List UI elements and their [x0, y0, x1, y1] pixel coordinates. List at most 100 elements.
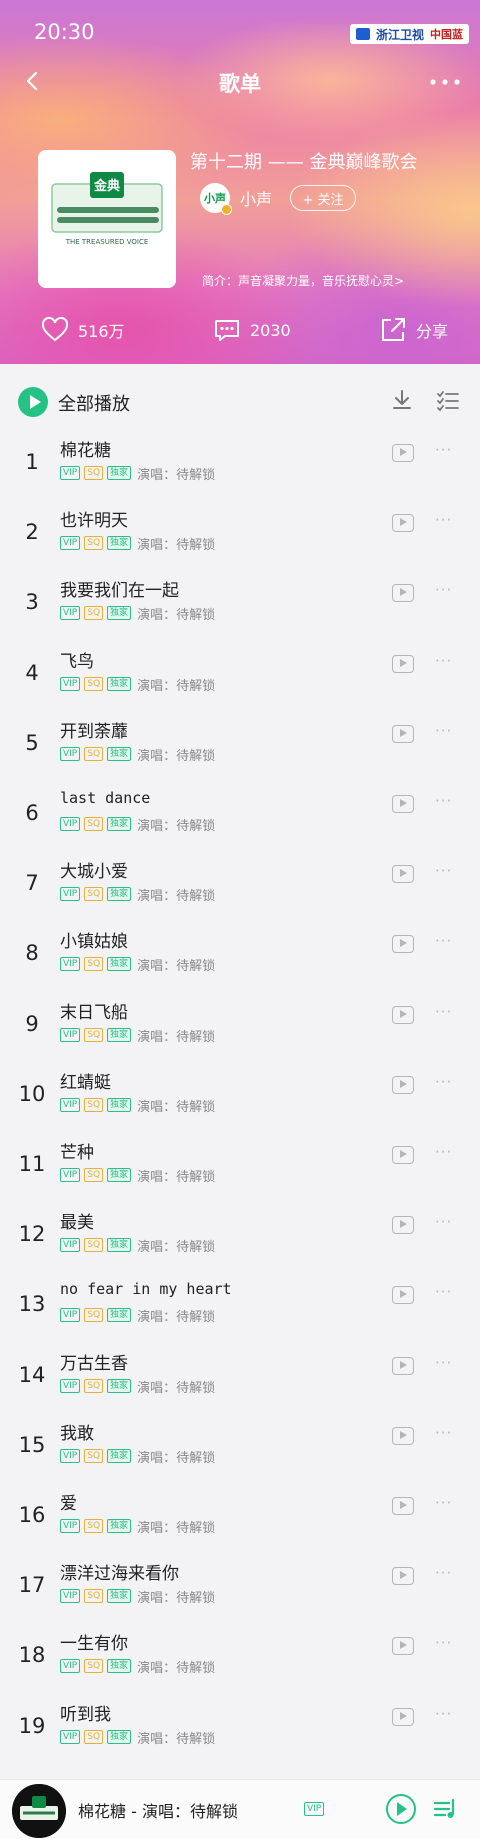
song-title[interactable]: 飞鸟: [60, 647, 94, 672]
play-all-icon[interactable]: [18, 387, 48, 417]
song-row[interactable]: 8 小镇姑娘 VIP SQ 独家 演唱：待解锁 ···: [0, 919, 480, 991]
video-play-icon[interactable]: [392, 1216, 414, 1234]
play-all-button[interactable]: 全部播放: [58, 390, 130, 416]
mini-player[interactable]: 棉花糖 - 演唱：待解锁 VIP: [0, 1779, 480, 1839]
more-dots-icon[interactable]: ···: [435, 723, 459, 739]
video-play-icon[interactable]: [392, 795, 414, 813]
creator-info[interactable]: 小声 小声 + 关注: [200, 180, 357, 216]
more-dots-icon[interactable]: ···: [435, 933, 459, 949]
song-title[interactable]: 小镇姑娘: [60, 927, 128, 952]
video-play-icon[interactable]: [392, 514, 414, 532]
song-rank: 19: [18, 1714, 46, 1738]
video-play-icon[interactable]: [392, 655, 414, 673]
song-title[interactable]: 芒种: [60, 1138, 94, 1163]
song-row[interactable]: 9 末日飞船 VIP SQ 独家 演唱：待解锁 ···: [0, 990, 480, 1062]
song-title[interactable]: 红蜻蜓: [60, 1068, 111, 1093]
song-meta: VIP SQ 独家 演唱：待解锁: [60, 534, 215, 553]
song-singer: 演唱：待解锁: [137, 1169, 216, 1185]
song-row[interactable]: 12 最美 VIP SQ 独家 演唱：待解锁 ···: [0, 1200, 480, 1272]
video-play-icon[interactable]: [392, 1708, 414, 1726]
video-play-icon[interactable]: [392, 444, 414, 462]
video-play-icon[interactable]: [392, 1076, 414, 1094]
video-play-icon[interactable]: [392, 1427, 414, 1445]
song-row[interactable]: 14 万古生香 VIP SQ 独家 演唱：待解锁 ···: [0, 1341, 480, 1413]
song-rank: 2: [25, 520, 39, 544]
more-dots-icon[interactable]: ···: [435, 1425, 459, 1441]
comment-button[interactable]: 2030: [212, 310, 291, 350]
song-row[interactable]: 18 一生有你 VIP SQ 独家 演唱：待解锁 ···: [0, 1621, 480, 1693]
player-play-button[interactable]: [386, 1794, 416, 1824]
song-row[interactable]: 16 爱 VIP SQ 独家 演唱：待解锁 ···: [0, 1481, 480, 1553]
share-button[interactable]: 分享: [378, 310, 448, 350]
more-dots-icon[interactable]: ···: [435, 863, 459, 879]
video-play-icon[interactable]: [392, 1637, 414, 1655]
song-row[interactable]: 19 听到我 VIP SQ 独家 演唱：待解锁 ···: [0, 1692, 480, 1764]
multi-select-icon[interactable]: [436, 388, 460, 412]
video-play-icon[interactable]: [392, 1357, 414, 1375]
more-dots-icon[interactable]: ···: [435, 512, 459, 528]
creator-name[interactable]: 小声: [240, 186, 272, 210]
song-title[interactable]: 开到荼蘼: [60, 717, 128, 742]
song-title[interactable]: 末日飞船: [60, 998, 128, 1023]
song-row[interactable]: 13 no fear in my heart VIP SQ 独家 演唱：待解锁 ···: [0, 1270, 480, 1342]
song-row[interactable]: 15 我敢 VIP SQ 独家 演唱：待解锁 ···: [0, 1411, 480, 1483]
video-play-icon[interactable]: [392, 1146, 414, 1164]
more-dots-icon[interactable]: ···: [435, 1074, 459, 1090]
more-dots-icon[interactable]: ···: [435, 1144, 459, 1160]
more-dots-icon[interactable]: ···: [435, 1565, 459, 1581]
song-title[interactable]: 大城小爱: [60, 857, 128, 882]
more-icon[interactable]: [428, 72, 462, 92]
follow-button[interactable]: + 关注: [290, 185, 357, 211]
song-title[interactable]: 听到我: [60, 1700, 111, 1725]
song-row[interactable]: 11 芒种 VIP SQ 独家 演唱：待解锁 ···: [0, 1130, 480, 1202]
more-dots-icon[interactable]: ···: [435, 793, 459, 809]
video-play-icon[interactable]: [392, 584, 414, 602]
song-row[interactable]: 2 也许明天 VIP SQ 独家 演唱：待解锁 ···: [0, 498, 480, 570]
video-play-icon[interactable]: [392, 1497, 414, 1515]
more-dots-icon[interactable]: ···: [435, 653, 459, 669]
song-row[interactable]: 17 漂洋过海来看你 VIP SQ 独家 演唱：待解锁 ···: [0, 1551, 480, 1623]
more-dots-icon[interactable]: ···: [435, 1004, 459, 1020]
song-title[interactable]: no fear in my heart: [60, 1280, 232, 1298]
song-title[interactable]: 也许明天: [60, 506, 128, 531]
song-row[interactable]: 6 last dance VIP SQ 独家 演唱：待解锁 ···: [0, 779, 480, 851]
video-play-icon[interactable]: [392, 1567, 414, 1585]
more-dots-icon[interactable]: ···: [435, 1706, 459, 1722]
song-row[interactable]: 1 棉花糖 VIP SQ 独家 演唱：待解锁 ···: [0, 428, 480, 500]
playlist-queue-icon[interactable]: [432, 1796, 458, 1822]
song-row[interactable]: 5 开到荼蘼 VIP SQ 独家 演唱：待解锁 ···: [0, 709, 480, 781]
more-dots-icon[interactable]: ···: [435, 1635, 459, 1651]
player-cover[interactable]: [12, 1784, 66, 1838]
like-button[interactable]: 516万: [40, 310, 125, 350]
song-title[interactable]: 我敢: [60, 1419, 94, 1444]
song-title[interactable]: 最美: [60, 1208, 94, 1233]
song-title[interactable]: 我要我们在一起: [60, 576, 179, 601]
video-play-icon[interactable]: [392, 725, 414, 743]
song-title[interactable]: 爱: [60, 1489, 77, 1514]
more-dots-icon[interactable]: ···: [435, 1284, 459, 1300]
more-dots-icon[interactable]: ···: [435, 582, 459, 598]
song-row[interactable]: 7 大城小爱 VIP SQ 独家 演唱：待解锁 ···: [0, 849, 480, 921]
song-title[interactable]: 棉花糖: [60, 436, 111, 461]
video-play-icon[interactable]: [392, 1006, 414, 1024]
song-row[interactable]: 3 我要我们在一起 VIP SQ 独家 演唱：待解锁 ···: [0, 568, 480, 640]
song-title[interactable]: last dance: [60, 789, 150, 807]
song-title[interactable]: 漂洋过海来看你: [60, 1559, 179, 1584]
more-dots-icon[interactable]: ···: [435, 1495, 459, 1511]
more-dots-icon[interactable]: ···: [435, 442, 459, 458]
video-play-icon[interactable]: [392, 1286, 414, 1304]
download-icon[interactable]: [390, 388, 414, 412]
now-playing-text[interactable]: 棉花糖 - 演唱：待解锁: [78, 1798, 238, 1822]
video-play-icon[interactable]: [392, 865, 414, 883]
song-title[interactable]: 一生有你: [60, 1629, 128, 1654]
avatar[interactable]: 小声: [200, 183, 232, 215]
playlist-cover[interactable]: 金典 THE TREASURED VOICE: [38, 150, 176, 288]
song-title[interactable]: 万古生香: [60, 1349, 128, 1374]
more-dots-icon[interactable]: ···: [435, 1355, 459, 1371]
more-dots-icon[interactable]: ···: [435, 1214, 459, 1230]
video-play-icon[interactable]: [392, 935, 414, 953]
playlist-intro[interactable]: 简介：声音凝聚力量，音乐抚慰心灵>: [202, 272, 404, 289]
song-row[interactable]: 4 飞鸟 VIP SQ 独家 演唱：待解锁 ···: [0, 639, 480, 711]
exclusive-badge: 独家: [107, 887, 132, 901]
song-row[interactable]: 10 红蜻蜓 VIP SQ 独家 演唱：待解锁 ···: [0, 1060, 480, 1132]
